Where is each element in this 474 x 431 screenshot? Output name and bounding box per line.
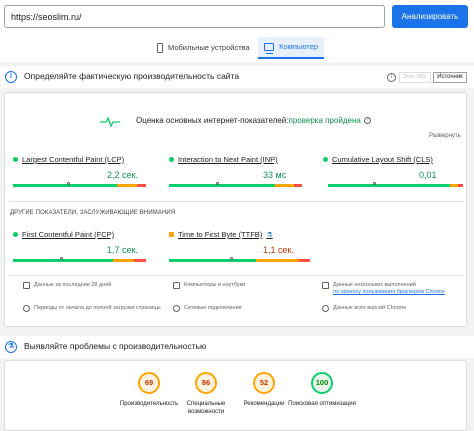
lab-data-title: Выявляйте проблемы с производительностью — [24, 341, 207, 351]
metric-cls-label[interactable]: Cumulative Layout Shift (CLS) — [332, 155, 433, 164]
footer-network-text: Сетевые подключения — [184, 305, 242, 311]
good-dot-icon — [169, 157, 174, 162]
metric-inp-label[interactable]: Interaction to Next Paint (INP) — [178, 155, 278, 164]
help-icon[interactable]: ? — [363, 117, 371, 125]
metric-lcp-bar — [13, 184, 146, 187]
cwv-assessment: Оценка основных интернет-показателей:про… — [136, 116, 371, 125]
metric-cls-bar — [328, 184, 463, 187]
url-toggle[interactable]: Этот URL — [399, 72, 431, 83]
metric-ttfb-value: 1,1 сек. — [263, 245, 294, 255]
footer-duration-text: Периоды от начала до полной загрузки стр… — [34, 305, 161, 311]
wifi-icon — [173, 305, 180, 312]
cwv-title-prefix: Оценка основных интернет-показателей: — [136, 116, 289, 125]
cwv-status: проверка пройдена — [288, 116, 361, 125]
laptop-icon — [173, 282, 180, 289]
good-dot-icon — [13, 157, 18, 162]
tab-mobile[interactable]: Мобильные устройства — [151, 37, 256, 59]
gauge-best-practices[interactable]: 52 — [253, 372, 275, 394]
user-icon: i — [5, 71, 17, 83]
metric-cls-value: 0,01 — [419, 170, 437, 180]
field-data-header: i Определяйте фактическую производительн… — [0, 66, 474, 88]
divider — [9, 201, 464, 202]
metric-fcp-label[interactable]: First Contentful Paint (FCP) — [22, 230, 114, 239]
other-metrics-title: ДРУГИЕ ПОКАЗАТЕЛИ, ЗАСЛУЖИВАЮЩИЕ ВНИМАНИ… — [10, 210, 176, 216]
tab-desktop-label: Компьютер — [279, 42, 318, 51]
metric-inp: Interaction to Next Paint (INP) — [169, 155, 278, 164]
footer-samples: Данные нескольких выполнений по хроносу п… — [322, 282, 464, 296]
metric-lcp: Largest Contentful Paint (LCP) — [13, 155, 124, 164]
metric-lcp-label[interactable]: Largest Contentful Paint (LCP) — [22, 155, 124, 164]
pulse-icon — [100, 116, 120, 128]
gauge-seo[interactable]: 100 — [311, 372, 333, 394]
average-square-icon — [169, 232, 174, 237]
url-input[interactable] — [4, 5, 385, 28]
metric-cls: Cumulative Layout Shift (CLS) — [323, 155, 433, 164]
footer-period-text: Данные за последние 28 дней — [34, 282, 112, 288]
flask-icon: ⚗ — [266, 231, 273, 239]
gauge-accessibility[interactable]: 86 — [195, 372, 217, 394]
metric-fcp: First Contentful Paint (FCP) — [13, 230, 114, 239]
group-icon — [322, 282, 329, 289]
gauge-seo-label: Поисковая оптимизация — [288, 401, 356, 407]
good-dot-icon — [323, 157, 328, 162]
metric-inp-value: 33 мс — [263, 170, 287, 180]
expand-link[interactable]: Развернуть — [429, 133, 461, 139]
metric-ttfb: Time to First Byte (TTFB) ⚗ — [169, 230, 273, 239]
footer-devices: Компьютеры и ноутбуки — [173, 282, 313, 289]
footer-samples-text: Данные нескольких выполнений — [333, 282, 416, 288]
device-tabs: Мобильные устройства Компьютер — [0, 34, 474, 62]
metric-lcp-marker — [66, 182, 70, 185]
scores-card — [4, 360, 467, 431]
info-icon[interactable]: i — [387, 73, 396, 82]
footer-devices-text: Компьютеры и ноутбуки — [184, 282, 246, 288]
metric-fcp-bar — [13, 259, 146, 262]
timer-icon — [23, 305, 30, 312]
footer-versions-text: Данные всех версий Chrome — [333, 305, 407, 311]
good-dot-icon — [13, 232, 18, 237]
footer-versions: Данные всех версий Chrome — [322, 305, 462, 312]
top-bar: Анализировать — [0, 0, 474, 34]
calendar-icon — [23, 282, 30, 289]
tab-desktop[interactable]: Компьютер — [258, 37, 324, 59]
flask-icon: ⚗ — [5, 341, 17, 353]
metric-ttfb-label[interactable]: Time to First Byte (TTFB) — [178, 230, 262, 239]
metric-fcp-value: 1,7 сек. — [107, 245, 138, 255]
metric-inp-bar — [169, 184, 302, 187]
footer-network: Сетевые подключения — [173, 305, 313, 312]
footer-duration: Периоды от начала до полной загрузки стр… — [23, 305, 163, 312]
source-button[interactable]: Источник — [433, 72, 467, 83]
divider — [9, 275, 464, 276]
gauge-performance[interactable]: 69 — [138, 372, 160, 394]
desktop-icon — [264, 43, 275, 54]
chrome-icon — [322, 305, 329, 312]
lab-data-header: ⚗ Выявляйте проблемы с производительност… — [0, 336, 474, 358]
crux-link[interactable]: по хроносу пользования браузером Chrome — [333, 289, 445, 295]
analyze-button[interactable]: Анализировать — [392, 5, 468, 28]
phone-icon — [157, 43, 163, 53]
tab-mobile-label: Мобильные устройства — [168, 43, 250, 52]
field-data-title: Определяйте фактическую производительнос… — [24, 71, 240, 81]
metric-lcp-value: 2,2 сек. — [107, 170, 138, 180]
footer-period: Данные за последние 28 дней — [23, 282, 163, 289]
field-data-card: Оценка основных интернет-показателей:про… — [4, 92, 467, 327]
metric-ttfb-bar — [169, 259, 310, 262]
